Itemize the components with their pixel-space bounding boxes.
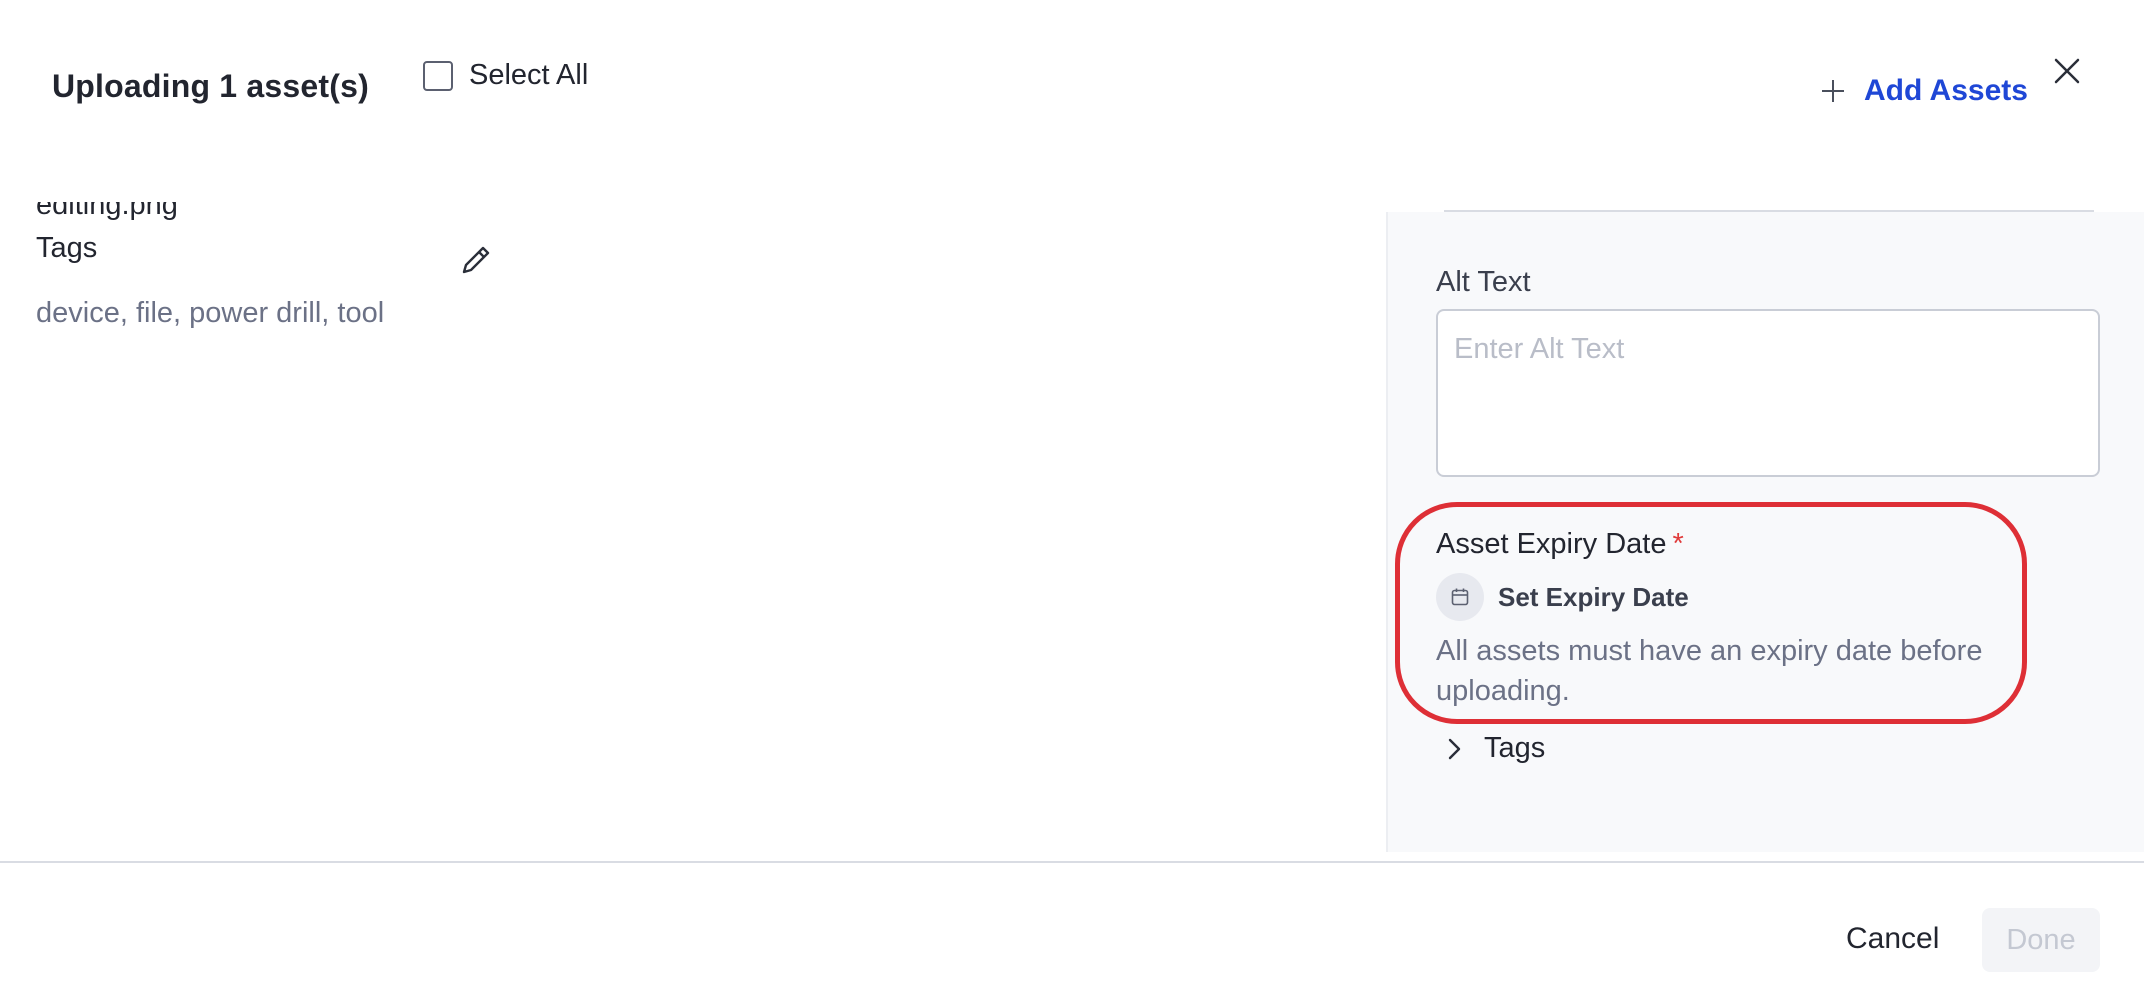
chevron-right-icon [1448, 738, 1461, 759]
tags-section-label: Tags [1484, 732, 1546, 764]
alt-text-input[interactable] [1436, 309, 2100, 477]
select-all-checkbox[interactable] [423, 60, 453, 91]
select-all-label: Select All [469, 59, 589, 91]
add-assets-label: Add Assets [1864, 74, 2028, 107]
plus-icon [1822, 80, 1844, 102]
panel-field-divider [1444, 210, 2094, 212]
asset-tags-heading: Tags [36, 232, 98, 264]
select-all-control[interactable]: Select All [423, 59, 588, 92]
pencil-icon[interactable] [458, 242, 494, 278]
footer-divider [0, 861, 2144, 863]
done-button[interactable]: Done [1982, 908, 2100, 972]
close-icon[interactable] [2052, 56, 2082, 86]
upload-assets-dialog: Uploading 1 asset(s) Select All Add Asse… [0, 0, 2144, 1008]
set-expiry-date-button[interactable]: Set Expiry Date [1436, 573, 1689, 621]
set-expiry-date-label: Set Expiry Date [1498, 581, 1689, 612]
required-marker: * [1672, 528, 1684, 560]
cancel-button[interactable]: Cancel [1838, 918, 1947, 960]
tags-section-toggle[interactable]: Tags [1444, 732, 1545, 765]
expiry-help-text: All assets must have an expiry date befo… [1436, 635, 1983, 707]
calendar-icon-container [1436, 573, 1484, 621]
asset-tags-value: device, file, power drill, tool [36, 297, 385, 329]
calendar-icon [1451, 588, 1469, 606]
dialog-title: Uploading 1 asset(s) [52, 68, 369, 104]
asset-expiry-date-label: Asset Expiry Date * [1436, 528, 1684, 561]
expiry-label-text: Asset Expiry Date [1436, 528, 1667, 560]
add-assets-button[interactable]: Add Assets [1820, 74, 2028, 108]
alt-text-label: Alt Text [1436, 266, 1531, 298]
asset-filename: editing.png [36, 190, 178, 220]
